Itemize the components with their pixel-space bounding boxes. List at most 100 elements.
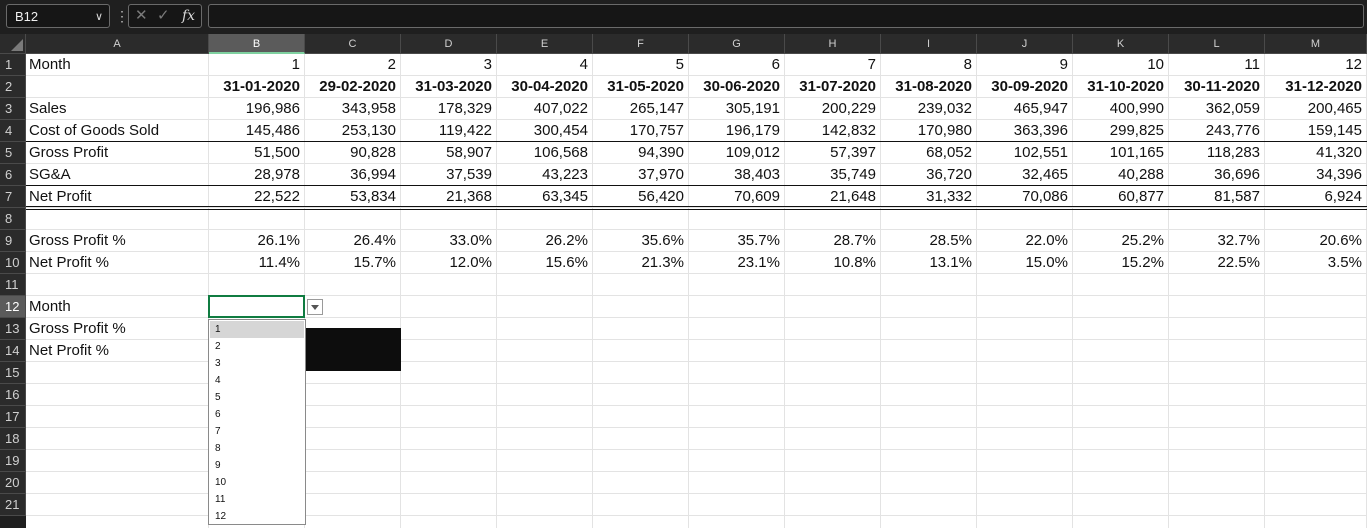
row-header-5[interactable]: 5: [0, 142, 26, 164]
formula-bar: B12 ∨ ⋮ ✕ ✓ fx: [0, 0, 1367, 34]
column-header-h[interactable]: H: [785, 34, 881, 54]
row-header-18[interactable]: 18: [0, 428, 26, 450]
row-header-19[interactable]: 19: [0, 450, 26, 472]
row-header-17[interactable]: 17: [0, 406, 26, 428]
cell-value: 35.7%: [737, 232, 780, 249]
row-header-16[interactable]: 16: [0, 384, 26, 406]
column-header-e[interactable]: E: [497, 34, 593, 54]
cell-value: 26.1%: [257, 232, 300, 249]
cell-value: 12: [1345, 56, 1362, 73]
cell-value: 243,776: [1205, 122, 1260, 139]
cell-value: 15.7%: [353, 254, 396, 271]
row-header-3[interactable]: 3: [0, 98, 26, 120]
cancel-icon[interactable]: ✕: [135, 5, 148, 27]
formula-input[interactable]: [208, 4, 1364, 28]
row-header-21[interactable]: 21: [0, 494, 26, 516]
dropdown-option-3[interactable]: 3: [210, 355, 304, 372]
cell-value: 21,648: [830, 188, 876, 205]
column-header-g[interactable]: G: [689, 34, 785, 54]
cell-value: 118,283: [1206, 144, 1260, 161]
cell-value: 33.0%: [449, 232, 492, 249]
row-header-9[interactable]: 9: [0, 230, 26, 252]
cell-value: 25.2%: [1121, 232, 1164, 249]
dropdown-option-7[interactable]: 7: [210, 423, 304, 440]
dropdown-option-1[interactable]: 1: [210, 321, 304, 338]
cell-value: 142,832: [821, 122, 876, 139]
cell-value: 10.8%: [833, 254, 876, 271]
active-cell-b12[interactable]: [208, 295, 305, 318]
column-header-b[interactable]: B: [209, 34, 305, 54]
cell-value: 178,329: [437, 100, 492, 117]
cell-value: 102,551: [1013, 144, 1068, 161]
more-vertical-icon[interactable]: ⋮: [115, 6, 129, 26]
cell-value: 106,568: [533, 144, 588, 161]
row-header-15[interactable]: 15: [0, 362, 26, 384]
cell-value: 34,396: [1316, 166, 1362, 183]
cell-value: 9: [1059, 56, 1068, 73]
cell-value: 37,539: [446, 166, 492, 183]
row-header-13[interactable]: 13: [0, 318, 26, 340]
column-header-i[interactable]: I: [881, 34, 977, 54]
cell-value: 200,465: [1307, 100, 1362, 117]
row-header-7[interactable]: 7: [0, 186, 26, 208]
cell-label: Cost of Goods Sold: [29, 122, 160, 139]
dropdown-option-12[interactable]: 12: [210, 508, 304, 525]
column-header-d[interactable]: D: [401, 34, 497, 54]
dropdown-option-9[interactable]: 9: [210, 457, 304, 474]
cell-value: 170,757: [629, 122, 684, 139]
dropdown-arrow-icon[interactable]: [307, 299, 323, 315]
dropdown-option-6[interactable]: 6: [210, 406, 304, 423]
column-header-f[interactable]: F: [593, 34, 689, 54]
sheet-area[interactable]: Month 1 2 3 4 5 6 7 8 9 10 11 12 31-01-2020 29-02-2020…: [26, 54, 1367, 528]
chevron-down-icon[interactable]: ∨: [95, 5, 103, 29]
cell-value: 31-10-2020: [1087, 78, 1164, 95]
cell-value: 11.4%: [258, 254, 300, 271]
cell-value: 28.7%: [833, 232, 876, 249]
row-header-8[interactable]: 8: [0, 208, 26, 230]
row-header-14[interactable]: 14: [0, 340, 26, 362]
dropdown-option-5[interactable]: 5: [210, 389, 304, 406]
column-header-j[interactable]: J: [977, 34, 1073, 54]
cell-value: 109,012: [725, 144, 780, 161]
row-header-4[interactable]: 4: [0, 120, 26, 142]
row-header-10[interactable]: 10: [0, 252, 26, 274]
cell-value: 5: [675, 56, 684, 73]
dropdown-option-4[interactable]: 4: [210, 372, 304, 389]
cell-value: 8: [963, 56, 972, 73]
name-box[interactable]: B12 ∨: [6, 4, 110, 28]
cell-value: 305,191: [725, 100, 780, 117]
select-all-corner[interactable]: [0, 34, 26, 54]
cell-value: 30-09-2020: [991, 78, 1068, 95]
row-header-2[interactable]: 2: [0, 76, 26, 98]
cell-value: 32.7%: [1217, 232, 1260, 249]
dropdown-option-8[interactable]: 8: [210, 440, 304, 457]
cell-value: 36,720: [926, 166, 972, 183]
cell-value: 30-04-2020: [511, 78, 588, 95]
cell-value: 22,522: [254, 188, 300, 205]
cell-value: 94,390: [638, 144, 684, 161]
row-header-20[interactable]: 20: [0, 472, 26, 494]
cell-value: 119,422: [438, 122, 492, 139]
column-header-c[interactable]: C: [305, 34, 401, 54]
row-header-12[interactable]: 12: [0, 296, 26, 318]
dropdown-option-2[interactable]: 2: [210, 338, 304, 355]
column-header-k[interactable]: K: [1073, 34, 1169, 54]
row-header-1[interactable]: 1: [0, 54, 26, 76]
insert-function-icon[interactable]: fx: [182, 5, 195, 27]
column-header-m[interactable]: M: [1265, 34, 1367, 54]
validation-dropdown-list[interactable]: 1 2 3 4 5 6 7 8 9 10 11 12: [208, 319, 306, 525]
cell-value: 36,696: [1214, 166, 1260, 183]
column-header-l[interactable]: L: [1169, 34, 1265, 54]
enter-icon[interactable]: ✓: [157, 5, 170, 27]
cell-value: 22.0%: [1025, 232, 1068, 249]
dropdown-option-11[interactable]: 11: [210, 491, 304, 508]
cell-value: 6,924: [1324, 188, 1362, 205]
row-header-11[interactable]: 11: [0, 274, 26, 296]
column-header-a[interactable]: A: [26, 34, 209, 54]
dropdown-option-10[interactable]: 10: [210, 474, 304, 491]
cell-value: 32,465: [1022, 166, 1068, 183]
row-header-6[interactable]: 6: [0, 164, 26, 186]
cell-value: 300,454: [533, 122, 588, 139]
cell-label: Net Profit %: [29, 254, 110, 271]
cell-value: 31,332: [926, 188, 972, 205]
